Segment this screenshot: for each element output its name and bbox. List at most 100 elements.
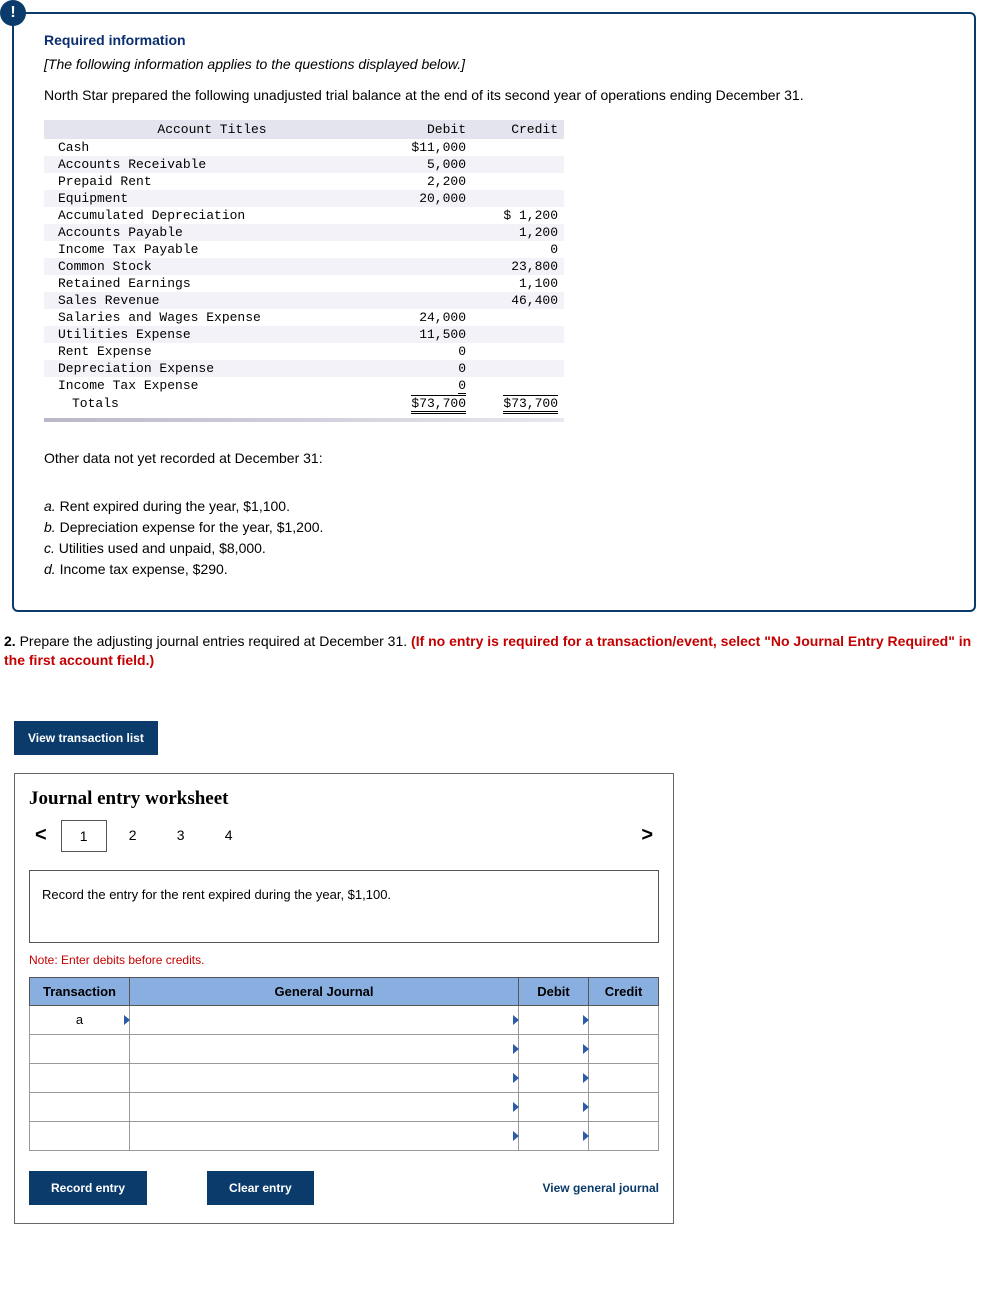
journal-entry-worksheet: Journal entry worksheet < 1234 > Record …	[14, 773, 674, 1224]
table-row: Accounts Payable 1,200	[44, 224, 564, 241]
list-item: a. Rent expired during the year, $1,100.	[44, 496, 944, 517]
general-journal-cell[interactable]	[130, 1063, 519, 1092]
table-row	[30, 1092, 659, 1121]
debit-cell	[380, 292, 472, 309]
acct-cell: Salaries and Wages Expense	[44, 309, 380, 326]
table-row: Sales Revenue46,400	[44, 292, 564, 309]
general-journal-cell[interactable]	[130, 1005, 519, 1034]
credit-cell[interactable]	[589, 1092, 659, 1121]
acct-cell: Depreciation Expense	[44, 360, 380, 377]
general-journal-cell[interactable]	[130, 1121, 519, 1150]
debit-cell[interactable]	[519, 1063, 589, 1092]
credit-cell: 46,400	[472, 292, 564, 309]
debit-cell[interactable]	[519, 1121, 589, 1150]
totals-credit: $73,700	[503, 395, 558, 414]
credit-cell	[472, 326, 564, 343]
transaction-cell[interactable]	[30, 1063, 130, 1092]
table-row: Utilities Expense11,500	[44, 326, 564, 343]
transaction-cell[interactable]: a	[30, 1005, 130, 1034]
credit-cell: 1,200	[472, 224, 564, 241]
debit-cell: 0	[380, 343, 472, 360]
transaction-cell[interactable]	[30, 1121, 130, 1150]
acct-cell: Common Stock	[44, 258, 380, 275]
debit-cell[interactable]	[519, 1005, 589, 1034]
credit-cell	[472, 377, 564, 394]
credit-cell: 1,100	[472, 275, 564, 292]
acct-cell: Accounts Payable	[44, 224, 380, 241]
credit-cell	[472, 343, 564, 360]
acct-cell: Rent Expense	[44, 343, 380, 360]
table-row: Equipment20,000	[44, 190, 564, 207]
table-row: Cash$11,000	[44, 139, 564, 156]
debits-before-credits-note: Note: Enter debits before credits.	[29, 953, 659, 967]
table-row	[30, 1121, 659, 1150]
clear-entry-button[interactable]: Clear entry	[207, 1171, 314, 1205]
totals-debit: $73,700	[411, 395, 466, 414]
worksheet-tabs: < 1234 >	[29, 820, 659, 852]
required-info-box: ! Required information [The following in…	[12, 12, 976, 612]
jt-th-general-journal: General Journal	[130, 977, 519, 1005]
table-row	[30, 1063, 659, 1092]
debit-cell	[380, 241, 472, 258]
intro-paragraph: North Star prepared the following unadju…	[44, 86, 944, 106]
credit-cell	[472, 360, 564, 377]
transaction-cell[interactable]	[30, 1092, 130, 1121]
jt-th-transaction: Transaction	[30, 977, 130, 1005]
credit-cell[interactable]	[589, 1005, 659, 1034]
debit-cell: 0	[380, 377, 472, 394]
debit-cell	[380, 258, 472, 275]
acct-cell: Accumulated Depreciation	[44, 207, 380, 224]
q2-text: Prepare the adjusting journal entries re…	[20, 633, 411, 649]
acct-cell: Cash	[44, 139, 380, 156]
debit-cell: 11,500	[380, 326, 472, 343]
credit-cell	[472, 309, 564, 326]
debit-cell	[380, 224, 472, 241]
debit-cell	[380, 207, 472, 224]
tab-1[interactable]: 1	[61, 820, 107, 852]
view-transaction-list-button[interactable]: View transaction list	[14, 721, 158, 755]
debit-cell[interactable]	[519, 1034, 589, 1063]
required-info-subtitle: [The following information applies to th…	[44, 56, 944, 72]
debit-cell: $11,000	[380, 139, 472, 156]
table-row: Accounts Receivable5,000	[44, 156, 564, 173]
chevron-right-icon[interactable]: >	[635, 824, 659, 847]
list-item: c. Utilities used and unpaid, $8,000.	[44, 538, 944, 559]
list-item: b. Depreciation expense for the year, $1…	[44, 517, 944, 538]
acct-cell: Accounts Receivable	[44, 156, 380, 173]
totals-label: Totals	[44, 394, 380, 412]
table-row	[30, 1034, 659, 1063]
chevron-left-icon[interactable]: <	[29, 824, 53, 847]
other-data-list: a. Rent expired during the year, $1,100.…	[44, 496, 944, 580]
alert-icon: !	[0, 0, 26, 26]
credit-cell	[472, 139, 564, 156]
table-row: Retained Earnings 1,100	[44, 275, 564, 292]
debit-cell: 5,000	[380, 156, 472, 173]
acct-cell: Income Tax Payable	[44, 241, 380, 258]
general-journal-cell[interactable]	[130, 1034, 519, 1063]
record-entry-button[interactable]: Record entry	[29, 1171, 147, 1205]
credit-cell: $ 1,200	[472, 207, 564, 224]
required-info-title: Required information	[44, 32, 944, 48]
tab-3[interactable]: 3	[159, 820, 203, 850]
credit-cell[interactable]	[589, 1063, 659, 1092]
jt-th-credit: Credit	[589, 977, 659, 1005]
table-row: Salaries and Wages Expense24,000	[44, 309, 564, 326]
acct-cell: Income Tax Expense	[44, 377, 380, 394]
worksheet-title: Journal entry worksheet	[29, 788, 659, 810]
table-row: Income Tax Payable0	[44, 241, 564, 258]
tab-4[interactable]: 4	[207, 820, 251, 850]
transaction-cell[interactable]	[30, 1034, 130, 1063]
acct-cell: Equipment	[44, 190, 380, 207]
other-data-heading: Other data not yet recorded at December …	[44, 450, 944, 466]
view-general-journal-link[interactable]: View general journal	[543, 1181, 659, 1195]
credit-cell[interactable]	[589, 1121, 659, 1150]
table-row: Accumulated Depreciation $ 1,200	[44, 207, 564, 224]
credit-cell[interactable]	[589, 1034, 659, 1063]
debit-cell: 0	[380, 360, 472, 377]
tab-2[interactable]: 2	[111, 820, 155, 850]
debit-cell[interactable]	[519, 1092, 589, 1121]
acct-cell: Retained Earnings	[44, 275, 380, 292]
debit-cell: 2,200	[380, 173, 472, 190]
table-row: Income Tax Expense0	[44, 377, 564, 394]
general-journal-cell[interactable]	[130, 1092, 519, 1121]
